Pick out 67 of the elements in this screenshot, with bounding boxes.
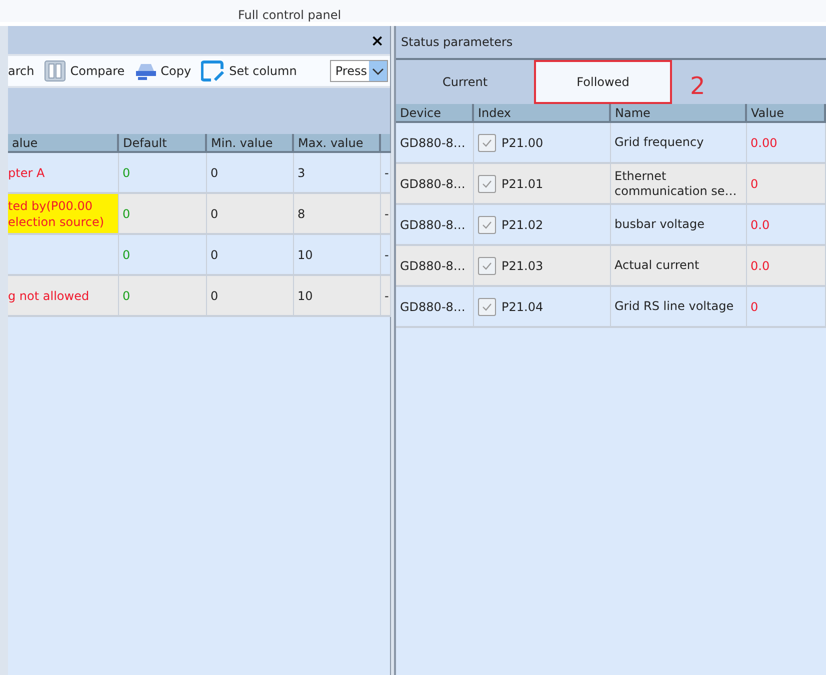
columns-icon: [44, 60, 66, 82]
printer-icon: [134, 62, 157, 80]
edit-frame-icon: [201, 60, 226, 82]
table-cell-text: Grid RS line voltage: [614, 299, 735, 314]
table-cell: 0.0: [750, 258, 770, 272]
table-cell-text: Actual current: [614, 258, 700, 273]
table-cell: 0: [210, 288, 218, 302]
tab[interactable]: Current: [396, 60, 534, 104]
panel-title: Full control panel: [238, 8, 342, 22]
table-cell: 0: [122, 206, 130, 220]
search-button-label[interactable]: arch: [8, 64, 34, 78]
set-column-button[interactable]: Set column: [201, 60, 297, 82]
table-cell-text: busbar voltage: [614, 217, 706, 232]
mode-dropdown[interactable]: Press: [330, 60, 388, 82]
column-header: Device: [396, 104, 473, 122]
table-cell: 10: [298, 288, 313, 302]
table-cell: GD880-8…: [400, 176, 466, 190]
column-header: Default: [118, 134, 206, 152]
copy-button[interactable]: Copy: [134, 62, 192, 80]
table-cell: g not allowed: [8, 275, 118, 316]
table-cell: GD880-8…: [400, 218, 466, 232]
column-header: alue: [8, 134, 118, 152]
table-cell: 0: [210, 166, 218, 180]
tab[interactable]: Followed: [534, 60, 672, 104]
table-cell: 0: [750, 176, 758, 190]
caret-icon: [369, 61, 387, 81]
table-cell: -: [384, 166, 389, 180]
column-header: Max. value: [293, 134, 380, 152]
table-cell: P21.01: [502, 176, 544, 190]
table-cell-text: Grid frequency: [614, 135, 705, 150]
table-cell: GD880-8…: [400, 258, 466, 272]
annotation-number: 2: [690, 72, 706, 100]
table-cell-text: Ethernet communication se…: [614, 168, 738, 198]
table-cell: 3: [298, 166, 306, 180]
close-button[interactable]: ×: [368, 30, 386, 50]
table-cell: P21.03: [502, 258, 544, 272]
table-cell: 0: [122, 248, 130, 262]
panel-title: Status parameters: [401, 35, 513, 49]
table-cell: ted by(P00.00 election source): [8, 193, 118, 234]
table-cell: 0: [122, 166, 130, 180]
table-cell: 0: [750, 300, 758, 314]
checkbox[interactable]: [478, 256, 496, 274]
table-cell: GD880-8…: [400, 136, 466, 150]
checkbox[interactable]: [478, 174, 496, 192]
column-header: Min. value: [206, 134, 293, 152]
table-cell: 0: [210, 248, 218, 262]
table-cell: GD880-8…: [400, 300, 466, 314]
column-header: Value: [746, 104, 825, 122]
table-cell: P21.00: [502, 136, 544, 150]
table-cell: 0.00: [750, 136, 778, 150]
table-cell: P21.04: [502, 300, 544, 314]
checkbox[interactable]: [478, 216, 496, 234]
table-cell: 10: [298, 248, 313, 262]
column-header: Name: [610, 104, 746, 122]
table-cell: -: [384, 206, 389, 220]
table-cell: 0: [210, 206, 218, 220]
table-cell: 0: [122, 288, 130, 302]
table-cell: 0.0: [750, 218, 770, 232]
column-header: Index: [473, 104, 610, 122]
table-cell: P21.02: [502, 218, 544, 232]
table-cell: 8: [298, 206, 306, 220]
table-cell: -: [384, 248, 389, 262]
table-cell: -: [384, 288, 389, 302]
compare-button[interactable]: Compare: [44, 60, 125, 82]
table-cell: pter A: [8, 152, 118, 193]
checkbox[interactable]: [478, 134, 496, 152]
checkbox[interactable]: [478, 298, 496, 316]
